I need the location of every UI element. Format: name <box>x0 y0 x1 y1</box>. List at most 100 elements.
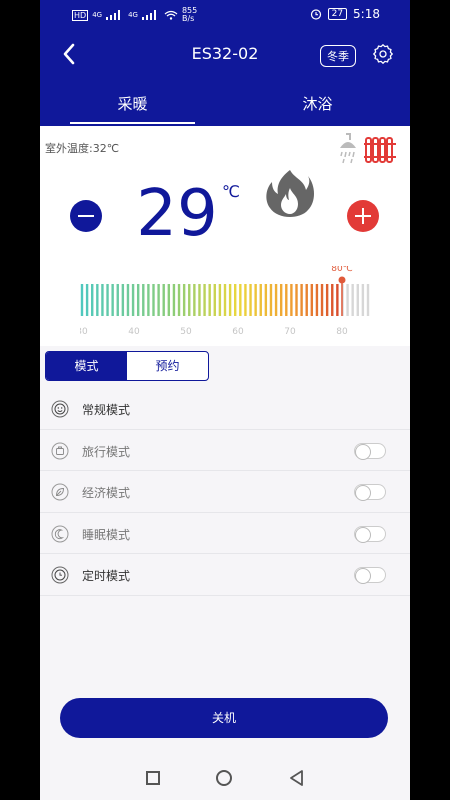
mode-label: 睡眠模式 <box>82 527 131 542</box>
network-badge-1: 4G <box>92 11 103 19</box>
gauge-bar <box>290 284 293 316</box>
mode-schedule-segment: 模式 预约 <box>45 351 209 381</box>
mode-list: 常规模式 旅行模式 经济模式 睡眠模式 定时模式 <box>40 388 410 596</box>
economy-mode-toggle[interactable] <box>354 484 386 501</box>
temperature-card: 室外温度:32℃ 29 ℃ 30 40 50 60 70 80 80℃ <box>40 126 410 346</box>
gauge-bars <box>80 284 370 316</box>
gauge-bar <box>157 284 160 316</box>
clock-icon <box>51 566 69 584</box>
gauge-bar <box>177 284 181 316</box>
mode-item-travel[interactable]: 旅行模式 <box>40 430 410 471</box>
segment-mode[interactable]: 模式 <box>46 352 127 380</box>
app-screen: HD 4G 4G 855 B/s 27 5:18 ES32-02 冬季 采暖 沐浴… <box>40 0 410 800</box>
gauge-bar <box>336 284 339 316</box>
app-header: ES32-02 冬季 采暖 沐浴 <box>40 30 410 126</box>
wifi-icon <box>164 10 178 20</box>
speed-unit: B/s <box>181 14 195 23</box>
season-badge[interactable]: 冬季 <box>320 45 356 67</box>
mode-tabs: 采暖 沐浴 <box>40 88 410 126</box>
recent-apps-icon[interactable] <box>146 770 160 785</box>
gauge-bar <box>172 284 176 316</box>
mode-item-timer[interactable]: 定时模式 <box>40 554 410 596</box>
tab-heating[interactable]: 采暖 <box>40 88 225 126</box>
gauge-bar <box>315 284 319 316</box>
gauge-marker-label: 80℃ <box>331 266 353 274</box>
gauge-bar <box>279 284 283 316</box>
gauge-bar <box>331 284 334 316</box>
network-badge-2: 4G <box>128 11 138 19</box>
gauge-bar <box>269 284 273 316</box>
luggage-icon <box>51 442 69 459</box>
gauge-bar <box>249 284 252 316</box>
mode-label: 经济模式 <box>82 486 131 500</box>
gauge-bar <box>193 284 196 316</box>
gauge-bar <box>91 284 94 316</box>
gauge-bar <box>167 284 171 316</box>
gauge-ticks: 30 40 50 60 70 80 <box>80 327 348 337</box>
gauge-bar <box>131 284 135 316</box>
gauge-bar <box>366 284 370 316</box>
gauge-bar <box>106 284 109 316</box>
gauge-bar <box>356 284 359 316</box>
gauge-bar <box>351 284 354 316</box>
mode-label: 旅行模式 <box>82 444 131 459</box>
gauge-marker-handle[interactable] <box>338 276 346 284</box>
gear-icon[interactable] <box>373 44 393 64</box>
battery-indicator: 27 <box>327 8 348 20</box>
mode-label: 常规模式 <box>82 403 131 417</box>
tab-bathing[interactable]: 沐浴 <box>225 88 410 126</box>
mode-label: 定时模式 <box>82 569 131 583</box>
sleep-mode-toggle[interactable] <box>354 525 386 543</box>
gauge-bar <box>198 284 201 316</box>
gauge-bar <box>152 284 155 316</box>
gauge-bar <box>147 284 150 316</box>
power-off-button[interactable]: 关机 <box>60 698 388 738</box>
gauge-bar <box>121 284 125 316</box>
travel-mode-toggle[interactable] <box>354 442 386 460</box>
mode-item-normal[interactable]: 常规模式 <box>40 388 410 430</box>
gauge-tick-label: 80 <box>336 327 348 337</box>
gauge-bar <box>254 284 257 316</box>
shower-radiator-icon <box>340 133 396 164</box>
gauge-bar <box>142 284 145 316</box>
home-icon[interactable] <box>216 769 232 786</box>
gauge-bar <box>111 284 114 316</box>
back-triangle-icon[interactable] <box>288 769 304 787</box>
gauge-bar <box>305 284 308 316</box>
system-nav-bar <box>40 755 410 800</box>
clock-time: 5:18 <box>353 7 380 21</box>
gauge-bar <box>228 284 232 316</box>
gauge-bar <box>203 284 206 316</box>
gauge-bar <box>116 284 119 316</box>
gauge-bar <box>223 284 227 316</box>
smile-icon <box>51 400 69 418</box>
gauge-bar <box>325 284 329 316</box>
gauge-bar <box>310 284 314 316</box>
gauge-bar <box>188 284 191 316</box>
mode-item-sleep[interactable]: 睡眠模式 <box>40 513 410 554</box>
outdoor-temperature: 室外温度:32℃ <box>45 142 120 155</box>
moon-icon <box>51 525 69 542</box>
decrease-temperature-button[interactable] <box>70 200 102 232</box>
signal-icon-2 <box>141 10 160 20</box>
gauge-bar <box>361 284 365 316</box>
status-bar: HD 4G 4G 855 B/s 27 5:18 <box>40 0 410 30</box>
gauge-bar <box>274 284 278 316</box>
gauge-bar <box>213 284 216 316</box>
gauge-tick-label: 60 <box>232 327 244 337</box>
gauge-bar <box>96 284 99 316</box>
segment-schedule[interactable]: 预约 <box>127 352 208 380</box>
increase-temperature-button[interactable] <box>347 200 379 232</box>
gauge-tick-label: 70 <box>284 327 296 337</box>
gauge-bar <box>239 284 242 316</box>
timer-mode-toggle[interactable] <box>354 567 386 584</box>
leaf-icon <box>51 483 69 501</box>
gauge-bar <box>285 284 288 316</box>
gauge-bar <box>80 284 84 316</box>
gauge-bar <box>162 284 165 316</box>
gauge-tick-label: 40 <box>128 327 140 337</box>
temperature-gauge[interactable]: 30 40 50 60 70 80 80℃ <box>80 266 370 342</box>
gauge-bar <box>136 284 140 316</box>
gauge-bar <box>300 284 303 316</box>
mode-item-economy[interactable]: 经济模式 <box>40 471 410 513</box>
